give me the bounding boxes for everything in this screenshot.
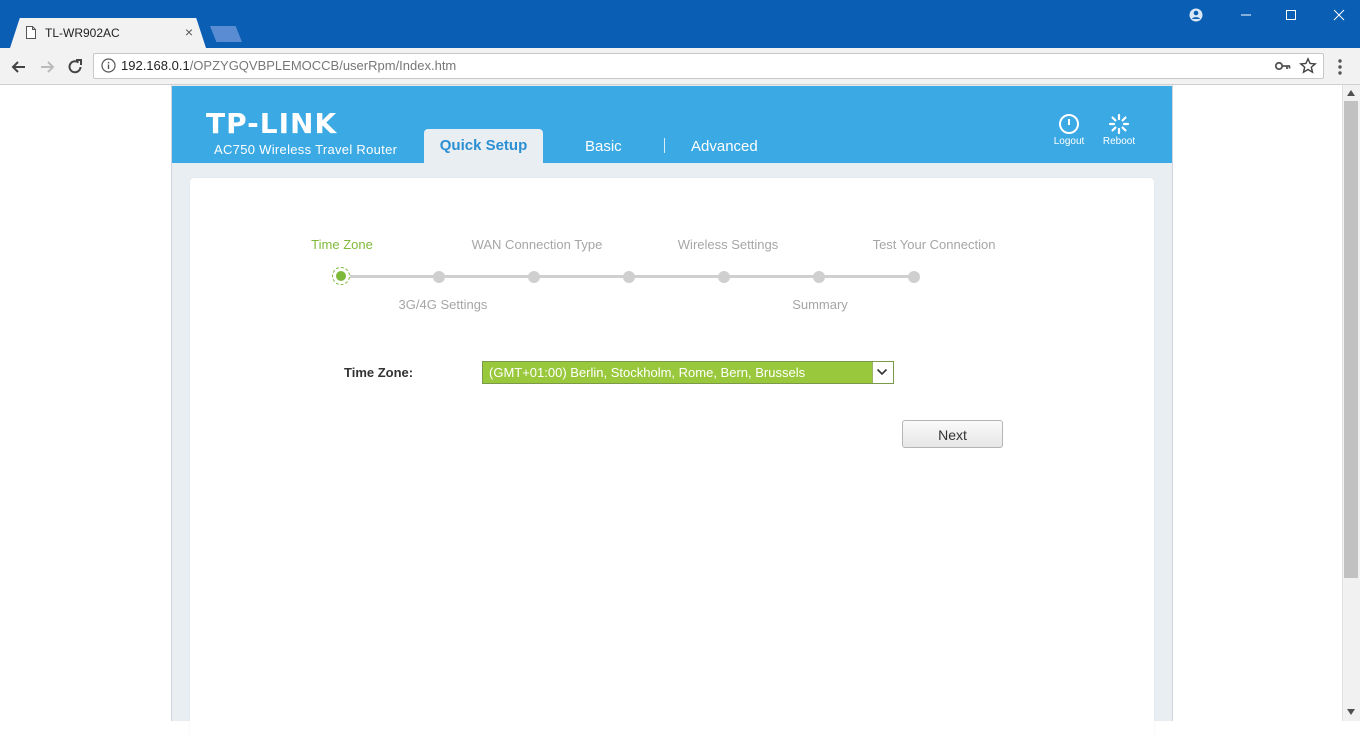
user-icon[interactable] xyxy=(1189,8,1203,22)
step-label-test-connection: Test Your Connection xyxy=(872,237,996,252)
tab-close-button[interactable]: × xyxy=(182,24,196,40)
brand-logo: TP-LINK xyxy=(206,107,338,140)
page-icon xyxy=(26,26,36,39)
timezone-selected-value[interactable]: (GMT+01:00) Berlin, Stockholm, Rome, Ber… xyxy=(489,365,805,380)
timezone-label: Time Zone: xyxy=(344,365,414,380)
info-icon[interactable] xyxy=(101,58,116,73)
reload-icon[interactable] xyxy=(65,57,85,77)
scroll-down-arrow-icon[interactable] xyxy=(1347,709,1355,715)
url-path: /OPZYGQVBPLEMOCCB/userRpm/Index.htm xyxy=(189,58,457,73)
forward-arrow-icon[interactable] xyxy=(37,57,57,77)
logout-button[interactable]: Logout xyxy=(1048,136,1090,147)
tab-basic[interactable]: Basic xyxy=(585,138,622,155)
tab-quick-setup-label[interactable]: Quick Setup xyxy=(424,137,543,154)
step-label-wireless-settings: Wireless Settings xyxy=(677,237,779,252)
tab-advanced[interactable]: Advanced xyxy=(691,138,758,155)
step-label-wan-connection-type: WAN Connection Type xyxy=(471,237,603,252)
step-dot xyxy=(813,271,825,283)
key-icon[interactable] xyxy=(1274,58,1292,74)
minimize-icon[interactable] xyxy=(1234,4,1258,26)
star-icon[interactable] xyxy=(1299,57,1317,75)
browser-titlebar xyxy=(0,0,1360,48)
reboot-icon[interactable] xyxy=(1108,113,1130,135)
step-dot xyxy=(718,271,730,283)
scroll-up-arrow-icon[interactable] xyxy=(1347,90,1355,96)
tab-title: TL-WR902AC xyxy=(45,26,120,40)
menu-icon[interactable] xyxy=(1331,57,1349,77)
router-model: AC750 Wireless Travel Router xyxy=(214,142,398,157)
chevron-down-icon[interactable] xyxy=(876,367,888,377)
step-dot xyxy=(908,271,920,283)
step-dot xyxy=(528,271,540,283)
step-label-time-zone: Time Zone xyxy=(311,237,373,252)
close-icon[interactable] xyxy=(1327,4,1351,26)
reboot-button[interactable]: Reboot xyxy=(1098,136,1140,147)
step-label-3g-4g-settings: 3G/4G Settings xyxy=(398,297,488,312)
next-button[interactable]: Next xyxy=(902,420,1003,448)
step-label-summary: Summary xyxy=(792,297,848,312)
maximize-icon[interactable] xyxy=(1279,4,1303,26)
tab-divider xyxy=(664,138,665,153)
url-host: 192.168.0.1 xyxy=(121,58,190,73)
scrollbar-thumb[interactable] xyxy=(1344,101,1358,578)
back-arrow-icon[interactable] xyxy=(9,57,29,77)
step-dot xyxy=(623,271,635,283)
content-panel xyxy=(190,178,1154,738)
url-text[interactable]: 192.168.0.1/OPZYGQVBPLEMOCCB/userRpm/Ind… xyxy=(121,58,456,73)
step-dot-active-core xyxy=(336,271,346,281)
step-dot xyxy=(433,271,445,283)
power-icon[interactable] xyxy=(1058,113,1080,135)
